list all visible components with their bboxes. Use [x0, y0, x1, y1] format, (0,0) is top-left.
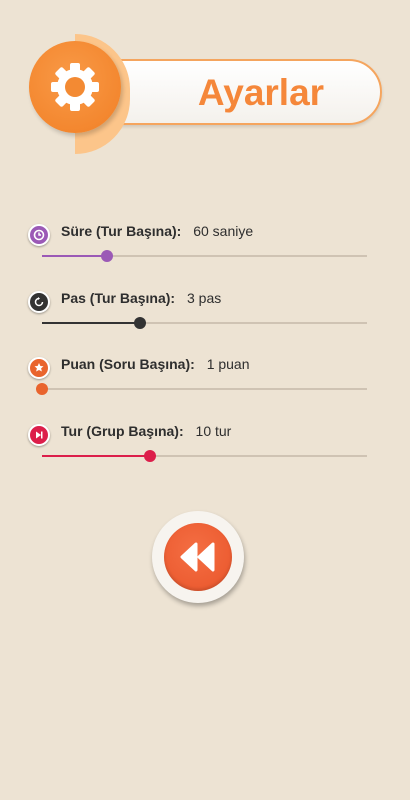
- point-slider[interactable]: [36, 383, 367, 395]
- back-button[interactable]: [152, 511, 244, 603]
- slider-thumb[interactable]: [144, 450, 157, 462]
- setting-value: 60 saniye: [193, 223, 254, 239]
- setting-label: Süre (Tur Başına):: [61, 223, 182, 239]
- clock-icon: [28, 224, 50, 246]
- setting-sure: Süre (Tur Başına): 60 saniye: [0, 223, 410, 284]
- setting-value: 10 tur: [195, 423, 232, 439]
- pass-slider[interactable]: [42, 317, 367, 329]
- star-icon: [28, 357, 50, 379]
- setting-value: 1 puan: [206, 356, 250, 372]
- time-slider[interactable]: [42, 250, 367, 262]
- page-title: Ayarlar: [197, 72, 325, 113]
- slider-thumb[interactable]: [101, 250, 113, 262]
- setting-tur: Tur (Grup Başına): 10 tur: [0, 423, 410, 484]
- setting-label: Pas (Tur Başına):: [61, 290, 176, 306]
- slider-thumb[interactable]: [36, 383, 48, 395]
- setting-value: 3 pas: [187, 290, 222, 306]
- header: Ayarlar: [0, 0, 410, 170]
- round-slider[interactable]: [42, 450, 367, 462]
- slider-thumb[interactable]: [133, 317, 146, 329]
- gear-icon: [29, 41, 121, 133]
- slider-fill: [42, 255, 107, 257]
- skip-icon: [28, 424, 50, 446]
- setting-puan: Puan (Soru Başına): 1 puan: [0, 356, 410, 417]
- setting-pas: Pas (Tur Başına): 3 pas: [0, 290, 410, 351]
- setting-label: Puan (Soru Başına):: [61, 356, 195, 372]
- setting-label: Tur (Grup Başına):: [61, 423, 184, 439]
- slider-fill: [42, 322, 140, 324]
- refresh-icon: [28, 291, 50, 313]
- slider-fill: [42, 455, 151, 457]
- rewind-icon: [164, 523, 232, 591]
